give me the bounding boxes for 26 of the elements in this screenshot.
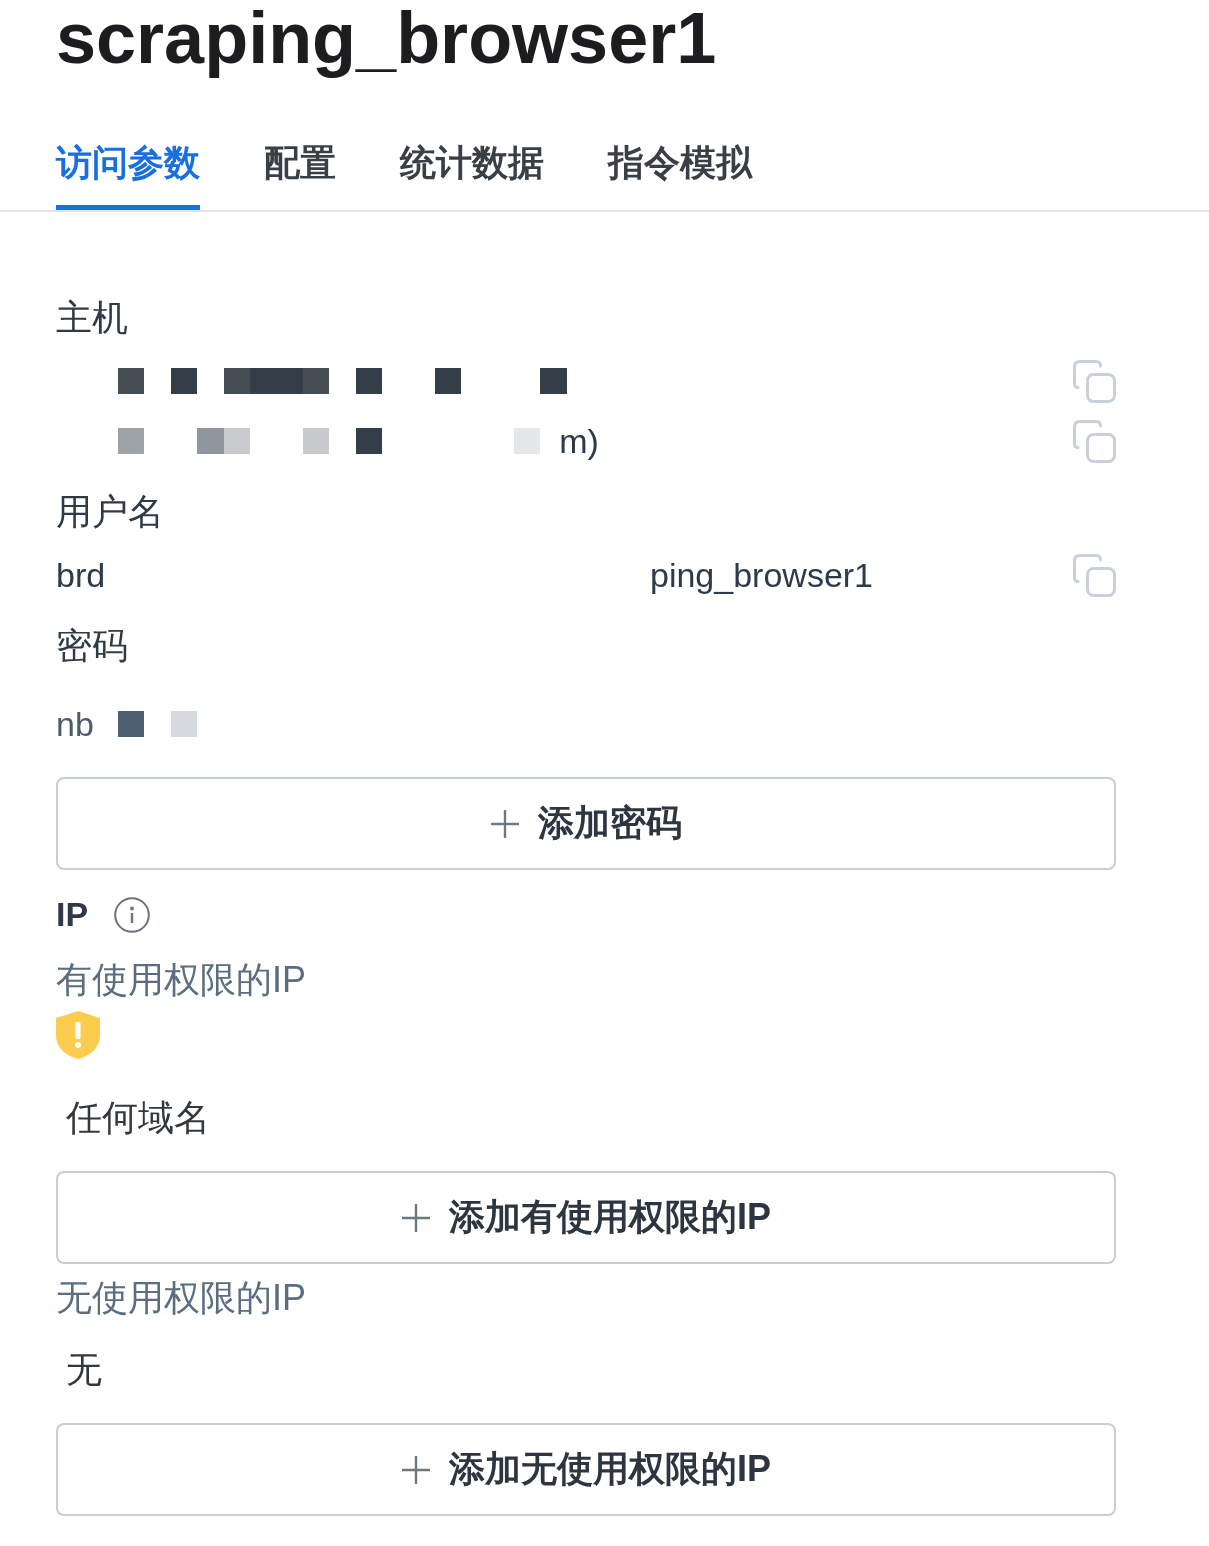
list-value: 任何域名 xyxy=(66,1096,210,1139)
plus-icon xyxy=(490,808,520,839)
plus-icon xyxy=(401,1202,431,1233)
list-value: 无 xyxy=(66,1348,102,1391)
add-button[interactable]: 添加有使用权限的IP xyxy=(56,1171,1116,1264)
copy-icon[interactable] xyxy=(1073,359,1116,403)
list-heading: 有使用权限的IP xyxy=(56,958,306,1001)
add-button[interactable]: 添加无使用权限的IP xyxy=(56,1423,1116,1516)
field-label: 主机 xyxy=(56,296,128,339)
field-value: ping_browser1 xyxy=(650,555,874,595)
field-label: 用户名 xyxy=(56,490,164,533)
copy-icon[interactable] xyxy=(1073,419,1116,463)
plus-icon xyxy=(401,1454,431,1485)
tab[interactable]: 指令模拟 xyxy=(608,141,752,210)
tab[interactable]: 统计数据 xyxy=(400,141,544,210)
field-value: brd xyxy=(56,555,107,595)
list-heading: 无使用权限的IP xyxy=(56,1276,306,1319)
section-heading: IP xyxy=(56,894,89,935)
add-button[interactable]: 添加密码 xyxy=(56,777,1116,870)
info-icon[interactable] xyxy=(114,896,151,933)
copy-icon[interactable] xyxy=(1073,553,1116,597)
tab[interactable]: 配置 xyxy=(264,141,336,210)
field-value: nb xyxy=(56,704,94,744)
tab[interactable]: 访问参数 xyxy=(56,141,200,210)
field-value: m) xyxy=(559,421,599,461)
field-label: 密码 xyxy=(56,624,128,667)
